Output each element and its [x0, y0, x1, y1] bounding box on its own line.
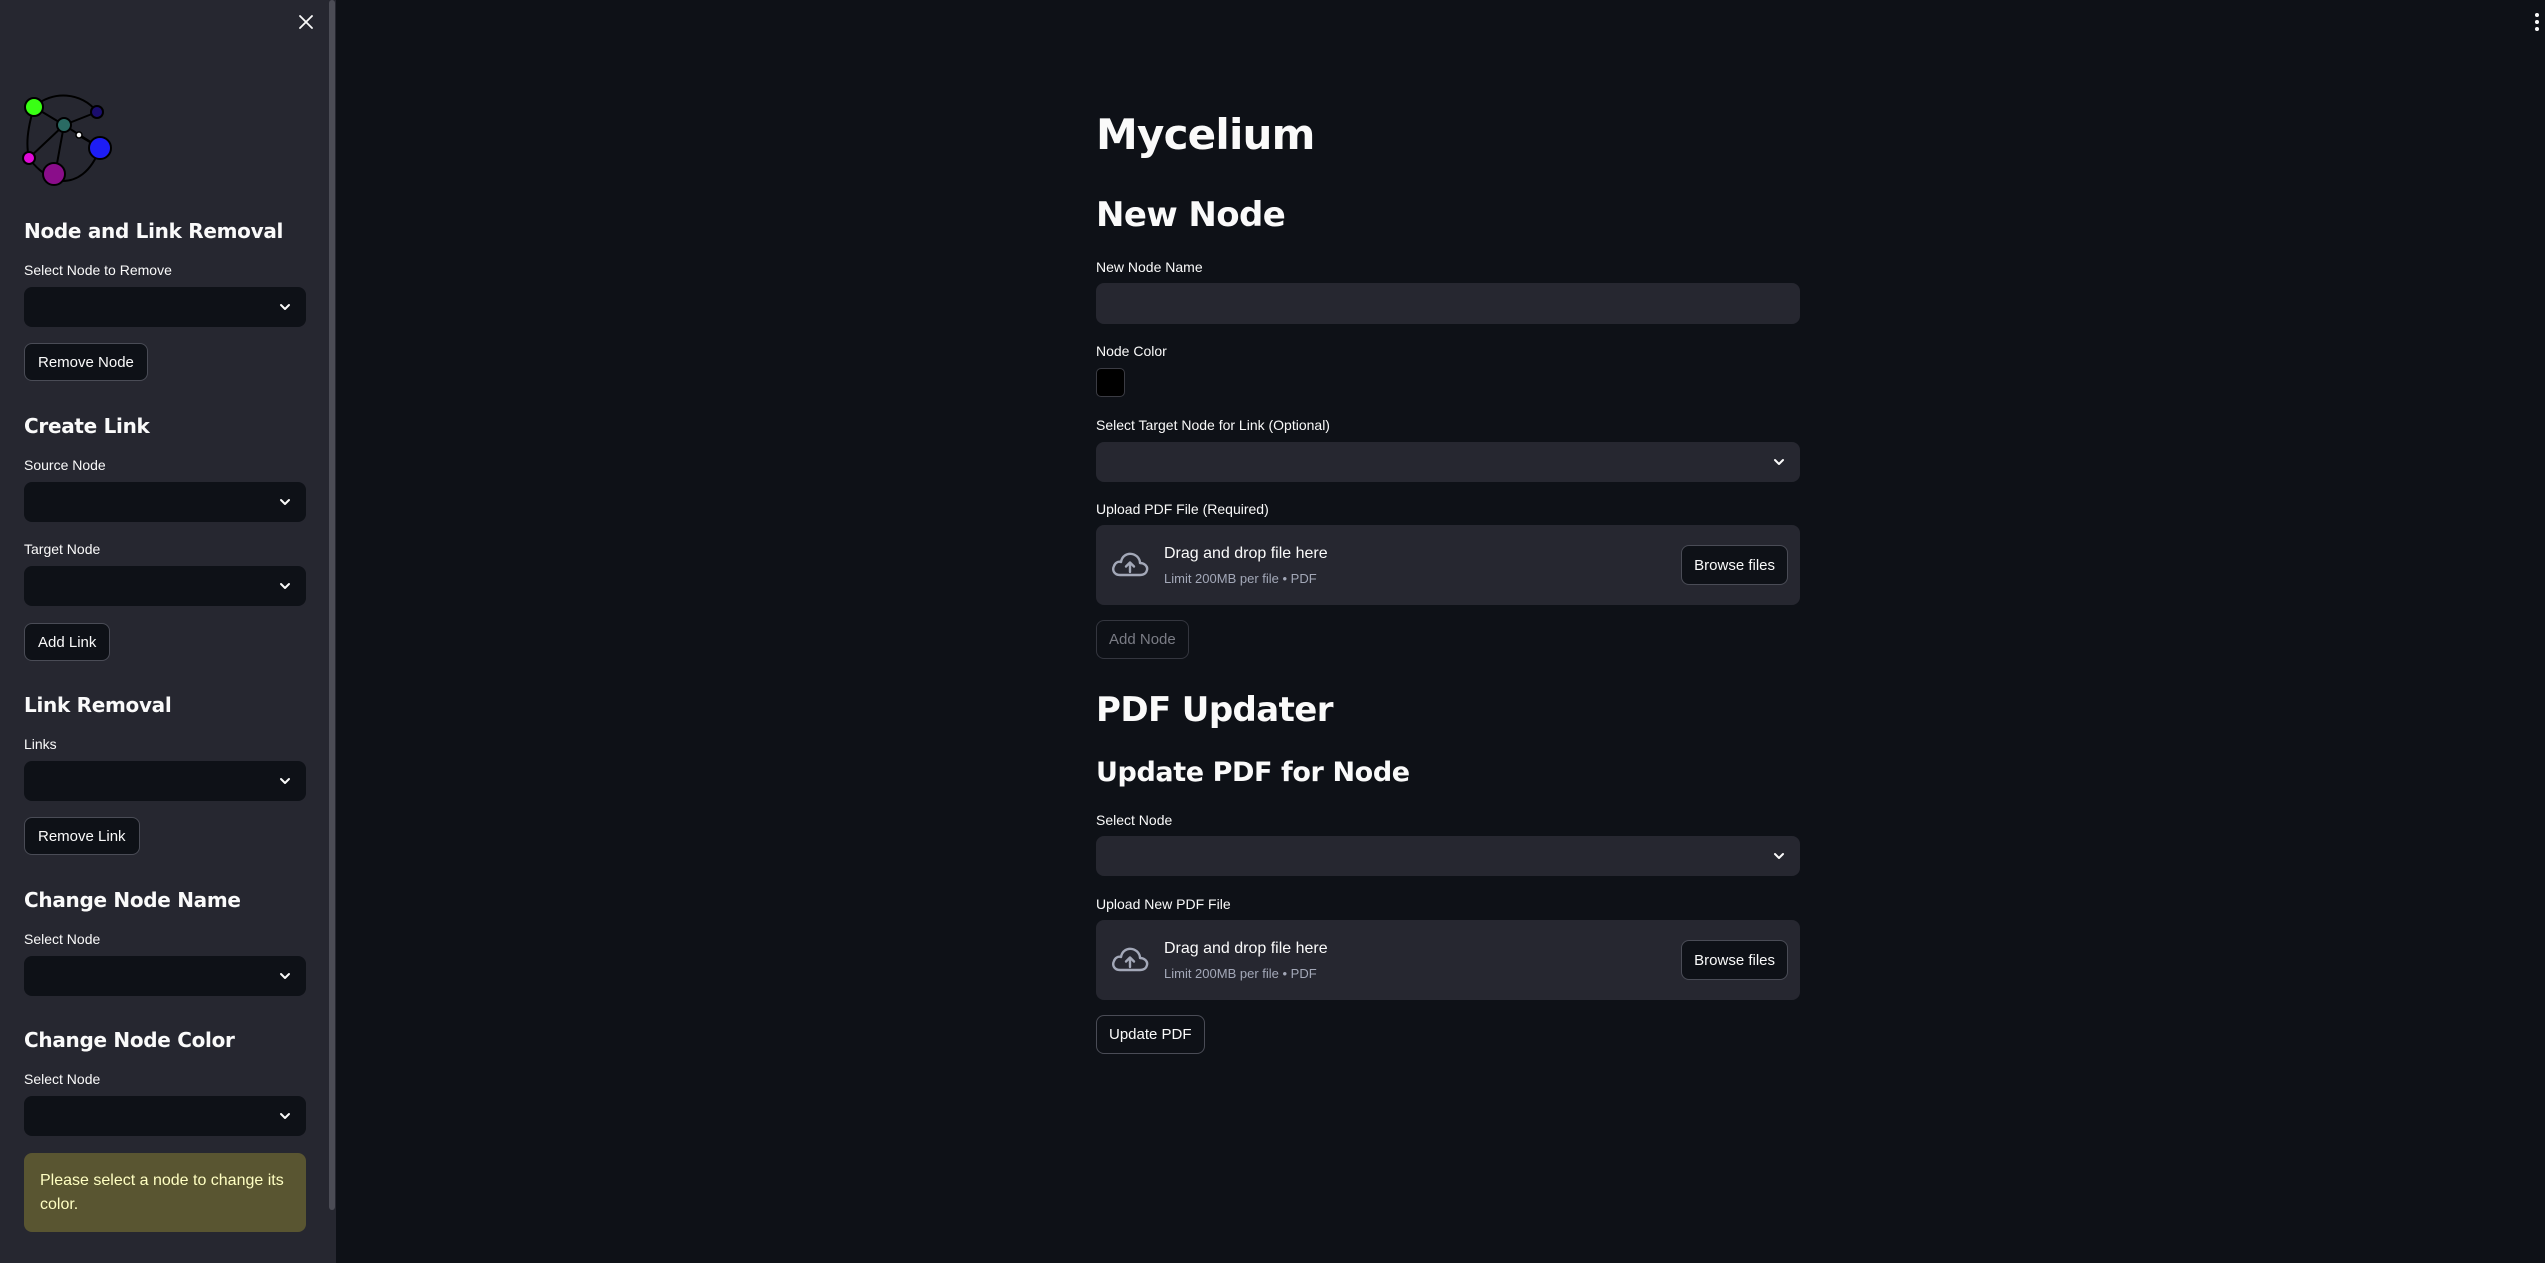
dropzone-limit: Limit 200MB per file • PDF	[1164, 571, 1317, 586]
pdf-updater-heading: PDF Updater	[1096, 690, 1334, 730]
chevron-down-icon	[1774, 853, 1784, 859]
removal-heading: Node and Link Removal	[24, 219, 284, 243]
change-name-select[interactable]	[24, 956, 306, 996]
update-select-node[interactable]	[1096, 836, 1800, 876]
kebab-icon	[2535, 20, 2539, 24]
chevron-down-icon	[280, 304, 290, 310]
node-color-label: Node Color	[1096, 343, 1167, 359]
logo-node-green	[24, 97, 44, 117]
add-node-button[interactable]: Add Node	[1096, 620, 1189, 659]
new-node-name-input[interactable]	[1096, 283, 1800, 324]
cloud-upload-icon	[1112, 552, 1149, 577]
target-node-link-select[interactable]	[1096, 442, 1800, 482]
chevron-down-icon	[280, 973, 290, 979]
browse-files-button[interactable]: Browse files	[1681, 940, 1788, 980]
target-node-select[interactable]	[24, 566, 306, 606]
browse-files-button[interactable]: Browse files	[1681, 545, 1788, 585]
logo-node-purple	[42, 162, 66, 186]
add-link-button[interactable]: Add Link	[24, 623, 111, 661]
close-icon	[299, 15, 313, 29]
remove-node-select-label: Select Node to Remove	[24, 262, 172, 278]
logo-node-blue	[88, 136, 112, 160]
app: Node and Link Removal Select Node to Rem…	[0, 0, 2545, 1263]
main-menu-button[interactable]	[2532, 10, 2542, 34]
target-node-link-label: Select Target Node for Link (Optional)	[1096, 417, 1330, 433]
remove-link-button[interactable]: Remove Link	[24, 817, 140, 855]
dropzone-limit: Limit 200MB per file • PDF	[1164, 966, 1317, 981]
source-node-label: Source Node	[24, 457, 106, 473]
mycelium-logo	[22, 94, 112, 186]
upload-pdf-label: Upload PDF File (Required)	[1096, 501, 1269, 517]
link-removal-heading: Link Removal	[24, 693, 172, 717]
select-node-warning: Please select a node to change its color…	[24, 1153, 306, 1232]
logo-node-teal	[56, 117, 72, 133]
create-link-heading: Create Link	[24, 414, 150, 438]
close-sidebar-button[interactable]	[294, 10, 318, 34]
dropzone-title: Drag and drop file here	[1164, 545, 1328, 562]
update-select-node-label: Select Node	[1096, 812, 1173, 828]
chevron-down-icon	[280, 1113, 290, 1119]
chevron-down-icon	[280, 778, 290, 784]
kebab-icon	[2535, 13, 2539, 17]
remove-node-button[interactable]: Remove Node	[24, 343, 148, 381]
links-label: Links	[24, 736, 57, 752]
logo-node-navy	[90, 105, 104, 119]
source-node-select[interactable]	[24, 482, 306, 522]
links-select[interactable]	[24, 761, 306, 801]
change-color-select-label: Select Node	[24, 1071, 101, 1087]
dropzone-title: Drag and drop file here	[1164, 940, 1328, 957]
chevron-down-icon	[1774, 459, 1784, 465]
sidebar-scrollbar[interactable]	[329, 0, 335, 1210]
change-name-select-label: Select Node	[24, 931, 101, 947]
new-node-name-label: New Node Name	[1096, 259, 1203, 275]
chevron-down-icon	[280, 583, 290, 589]
change-color-heading: Change Node Color	[24, 1028, 235, 1052]
new-node-heading: New Node	[1096, 195, 1286, 235]
logo-node-small	[75, 131, 83, 139]
update-pdf-button[interactable]: Update PDF	[1096, 1015, 1205, 1054]
remove-node-select[interactable]	[24, 287, 306, 327]
pdf-dropzone[interactable]: Drag and drop file here Limit 200MB per …	[1096, 525, 1800, 605]
target-node-label: Target Node	[24, 541, 101, 557]
kebab-icon	[2535, 27, 2539, 31]
change-color-select[interactable]	[24, 1096, 306, 1136]
cloud-upload-icon	[1112, 947, 1149, 972]
node-color-picker[interactable]	[1096, 368, 1125, 397]
upload-new-pdf-label: Upload New PDF File	[1096, 896, 1231, 912]
page-title: Mycelium	[1096, 110, 1315, 159]
logo-node-magenta	[22, 151, 36, 165]
chevron-down-icon	[280, 499, 290, 505]
change-name-heading: Change Node Name	[24, 888, 241, 912]
new-pdf-dropzone[interactable]: Drag and drop file here Limit 200MB per …	[1096, 920, 1800, 1000]
update-pdf-heading: Update PDF for Node	[1096, 757, 1410, 788]
sidebar: Node and Link Removal Select Node to Rem…	[0, 0, 336, 1263]
